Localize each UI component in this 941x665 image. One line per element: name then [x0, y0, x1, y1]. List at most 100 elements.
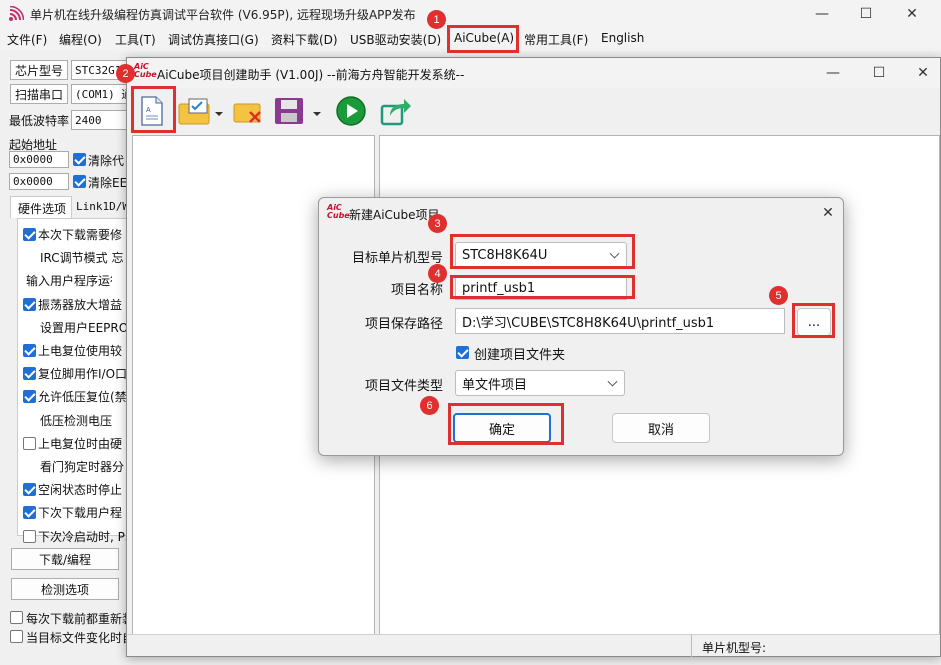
menu-file[interactable]: 文件(F): [7, 31, 47, 48]
option-label: 振荡器放大增益: [38, 298, 123, 312]
addr-field-2[interactable]: 0x0000: [9, 173, 69, 190]
save-path-input[interactable]: D:\学习\CUBE\STC8H8K64U\printf_usb1: [455, 308, 785, 334]
file-type-value: 单文件项目: [462, 377, 528, 393]
dialog-logo-icon: AiC Cube: [327, 203, 350, 220]
main-titlebar: 单片机在线升级编程仿真调试平台软件 (V6.95P), 远程现场升级APP发布 …: [0, 0, 941, 27]
option-label: 下次下载用户程: [38, 506, 123, 520]
maximize-icon[interactable]: ☐: [846, 0, 886, 27]
option-label: 上电复位时由硬: [38, 437, 123, 451]
target-chip-label: 目标单片机型号: [351, 251, 443, 266]
aicube-logo-icon: AiC Cube: [134, 62, 157, 79]
option-checkbox[interactable]: [23, 367, 36, 380]
option-checkbox[interactable]: [23, 228, 36, 241]
export-arrow-icon[interactable]: [379, 94, 413, 128]
download-program-button[interactable]: 下载/编程: [11, 548, 119, 570]
option-checkbox[interactable]: [23, 390, 36, 403]
option-label: 本次下载需要修: [38, 228, 123, 242]
tab-hardware-options[interactable]: 硬件选项: [10, 196, 72, 218]
option-checkbox[interactable]: [23, 530, 36, 543]
aicube-statusbar: 单片机型号:: [127, 634, 940, 657]
save-disk-icon[interactable]: [273, 94, 325, 128]
min-baud-select[interactable]: 2400: [71, 110, 127, 130]
project-name-label: 项目名称: [390, 283, 443, 298]
menu-tools[interactable]: 工具(T): [115, 31, 156, 48]
option-checkbox[interactable]: [23, 506, 36, 519]
aicube-titlebar: AiC Cube AiCube项目创建助手 (V1.00J) --前海方舟智能开…: [127, 58, 940, 88]
project-name-input[interactable]: printf_usb1: [455, 276, 627, 300]
run-play-icon[interactable]: [334, 94, 368, 128]
cancel-button[interactable]: 取消: [612, 413, 710, 443]
option-checkbox[interactable]: [23, 344, 36, 357]
close-icon[interactable]: ✕: [892, 0, 932, 27]
chip-model-button[interactable]: 芯片型号: [10, 60, 68, 80]
step-badge-6: 6: [420, 396, 439, 415]
new-project-icon[interactable]: A: [135, 94, 169, 128]
create-folder-label: 创建项目文件夹: [474, 348, 566, 363]
menu-downloads[interactable]: 资料下载(D): [271, 31, 338, 48]
step-badge-2: 2: [116, 64, 135, 83]
aicube-minimize-icon[interactable]: —: [813, 59, 853, 86]
min-baud-label: 最低波特率: [9, 114, 70, 128]
auto-on-change-label: 当目标文件变化时自: [26, 631, 135, 645]
option-label: IRC调节模式 忘: [40, 251, 124, 265]
aicube-maximize-icon[interactable]: ☐: [859, 59, 899, 86]
save-path-label: 项目保存路径: [364, 317, 443, 332]
open-folder-check-icon[interactable]: [177, 94, 225, 128]
menu-aicube[interactable]: AiCube(A): [454, 31, 514, 45]
port-select[interactable]: (COM1) 通: [71, 84, 127, 104]
option-label: 低压检测电压: [40, 414, 113, 428]
target-chip-select[interactable]: STC8H8K64U: [455, 242, 627, 268]
delete-folder-icon[interactable]: [231, 94, 265, 128]
browse-button[interactable]: ...: [797, 308, 831, 336]
new-project-dialog: AiC Cube 新建AiCube项目 ✕ 目标单片机型号 STC8H8K64U…: [318, 197, 844, 456]
menu-debug-interface[interactable]: 调试仿真接口(G): [168, 31, 259, 48]
reload-before-download-label: 每次下载前都重新装: [26, 612, 135, 626]
option-label: 输入用户程序运行: [26, 274, 112, 288]
option-label: 设置用户EEPROM: [40, 321, 126, 335]
clear-eep-checkbox[interactable]: [73, 175, 86, 188]
menu-usb-driver[interactable]: USB驱动安装(D): [350, 31, 441, 48]
minimize-icon[interactable]: —: [802, 0, 842, 27]
wifi-signal-icon: [9, 6, 24, 21]
create-folder-checkbox[interactable]: [456, 346, 469, 359]
option-label: 空闲状态时停止: [38, 483, 123, 497]
scan-port-button[interactable]: 扫描串口: [10, 84, 68, 104]
file-type-label: 项目文件类型: [364, 379, 443, 394]
menu-english[interactable]: English: [601, 31, 644, 45]
option-checkbox[interactable]: [23, 483, 36, 496]
tab-link1d[interactable]: Link1D/W: [76, 200, 129, 213]
addr-field-1[interactable]: 0x0000: [9, 151, 69, 168]
target-chip-value: STC8H8K64U: [462, 247, 548, 263]
svg-text:A: A: [146, 107, 151, 114]
option-checkbox[interactable]: [23, 437, 36, 450]
menubar: 文件(F) 编程(O) 工具(T) 调试仿真接口(G) 资料下载(D) USB驱…: [0, 27, 941, 51]
main-window-title: 单片机在线升级编程仿真调试平台软件 (V6.95P), 远程现场升级APP发布: [30, 8, 416, 22]
step-badge-1: 1: [427, 10, 446, 29]
reload-before-download-checkbox[interactable]: [10, 611, 23, 624]
auto-on-change-checkbox[interactable]: [10, 630, 23, 643]
aicube-window-title: AiCube项目创建助手 (V1.00J) --前海方舟智能开发系统--: [157, 68, 465, 82]
menu-common-tools[interactable]: 常用工具(F): [524, 31, 588, 48]
file-type-select[interactable]: 单文件项目: [455, 370, 625, 396]
step-badge-3: 3: [428, 214, 447, 233]
aicube-toolbar: A: [127, 88, 940, 134]
step-badge-4: 4: [428, 264, 447, 283]
option-label: 下次冷启动时, P3: [38, 530, 126, 544]
clear-code-label: 清除代: [88, 154, 125, 168]
step-badge-5: 5: [769, 286, 788, 305]
dialog-close-icon[interactable]: ✕: [813, 199, 843, 227]
clear-eep-label: 清除EE: [88, 176, 128, 190]
status-chip-model-label: 单片机型号:: [702, 641, 767, 655]
menu-program[interactable]: 编程(O): [59, 31, 102, 48]
option-checkbox[interactable]: [23, 298, 36, 311]
aicube-close-icon[interactable]: ✕: [903, 59, 941, 86]
clear-code-checkbox[interactable]: [73, 153, 86, 166]
dialog-title: 新建AiCube项目: [349, 208, 440, 222]
ok-button[interactable]: 确定: [453, 413, 551, 443]
option-label: 上电复位使用较: [38, 344, 123, 358]
chevron-down-icon: [609, 248, 620, 259]
detect-options-button[interactable]: 检测选项: [11, 578, 119, 600]
option-label: 允许低压复位(禁: [38, 390, 126, 404]
option-label: 看门狗定时器分: [40, 460, 125, 474]
chevron-down-icon: [607, 376, 618, 387]
